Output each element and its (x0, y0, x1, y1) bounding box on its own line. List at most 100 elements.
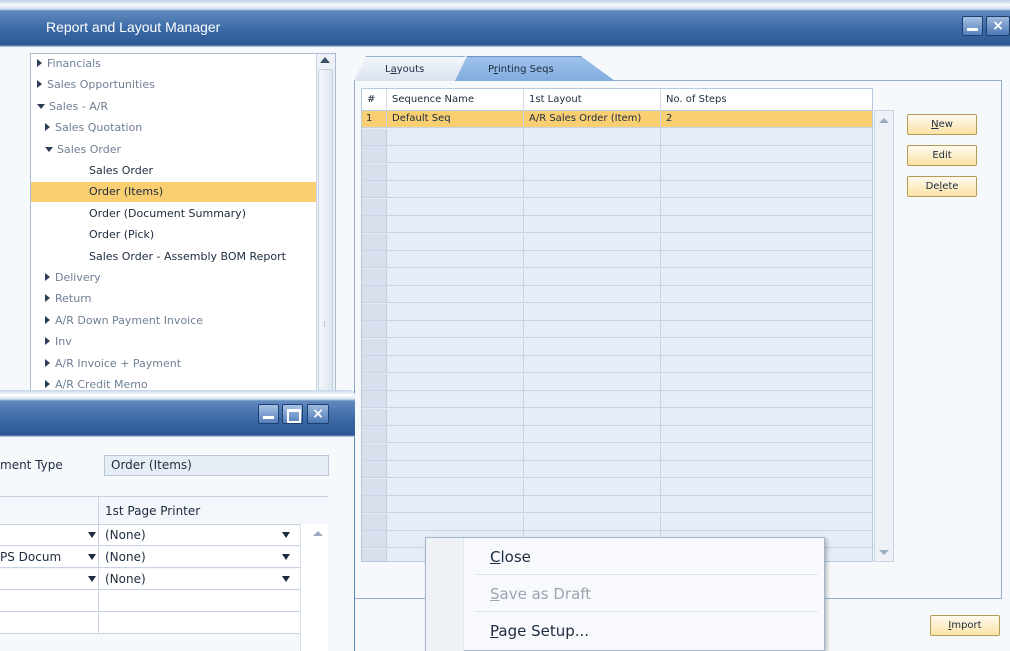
printer-cell[interactable] (98, 613, 298, 633)
table-cell[interactable] (661, 286, 872, 303)
tree-item[interactable]: Order (Document Summary) (31, 204, 317, 224)
row-number[interactable] (362, 146, 387, 162)
table-row[interactable] (362, 338, 872, 356)
table-cell[interactable] (387, 391, 524, 408)
scroll-up-arrow-icon[interactable] (313, 531, 323, 536)
table-row[interactable] (362, 303, 872, 321)
table-cell[interactable] (387, 426, 524, 443)
table-cell[interactable]: A/R Sales Order (Item) (524, 111, 661, 128)
table-row[interactable] (362, 128, 872, 146)
table-cell[interactable] (524, 146, 661, 163)
row-number[interactable] (362, 268, 387, 285)
table-cell[interactable] (661, 304, 872, 321)
table-cell[interactable] (387, 181, 524, 198)
import-button[interactable]: Import (930, 615, 1000, 636)
table-cell[interactable] (524, 181, 661, 198)
table-cell[interactable] (524, 373, 661, 391)
table-cell[interactable]: 2 (661, 111, 872, 128)
table-row[interactable] (0, 613, 328, 634)
collapsed-arrow-icon[interactable] (45, 315, 50, 324)
printer-grid-scrollbar[interactable] (300, 524, 328, 651)
expanded-arrow-icon[interactable] (45, 146, 53, 152)
layout-cell[interactable] (0, 569, 98, 589)
delete-button[interactable]: Delete (907, 176, 977, 197)
table-cell[interactable] (661, 199, 872, 216)
table-cell[interactable] (524, 163, 661, 181)
tree-item[interactable]: A/R Down Payment Invoice (31, 311, 317, 331)
table-cell[interactable] (661, 409, 872, 426)
row-number[interactable] (362, 496, 387, 512)
row-number[interactable] (362, 513, 387, 530)
table-row[interactable] (362, 251, 872, 268)
table-cell[interactable] (524, 443, 661, 461)
printer-cell[interactable]: (None) (98, 547, 298, 567)
grid-scrollbar[interactable] (874, 110, 894, 562)
printer-cell[interactable]: (None) (98, 525, 298, 545)
table-cell[interactable] (387, 461, 524, 478)
table-cell[interactable] (387, 286, 524, 303)
table-cell[interactable] (524, 321, 661, 338)
scroll-down-arrow-icon[interactable] (879, 550, 889, 555)
tree-item[interactable]: Order (Pick) (31, 225, 317, 245)
dropdown-arrow-icon[interactable] (88, 532, 96, 538)
table-row[interactable] (362, 391, 872, 408)
table-row[interactable] (362, 268, 872, 286)
table-row[interactable]: 1 Default Seq A/R Sales Order (Item) 2 (362, 111, 872, 128)
table-cell[interactable] (387, 443, 524, 461)
close-button[interactable]: × (307, 404, 329, 424)
tree-item[interactable]: Order (Items) (31, 182, 317, 203)
table-cell[interactable] (661, 234, 872, 251)
column-header-number[interactable]: # (362, 89, 387, 111)
row-number[interactable]: 1 (362, 111, 387, 127)
table-row[interactable] (362, 373, 872, 391)
table-row[interactable] (362, 461, 872, 478)
table-row[interactable] (362, 321, 872, 338)
row-number[interactable] (362, 233, 387, 250)
tree-item[interactable]: Sales Opportunities (31, 75, 317, 95)
scroll-up-arrow-icon[interactable] (879, 118, 889, 123)
row-number[interactable] (362, 303, 387, 320)
row-number[interactable] (362, 461, 387, 477)
table-cell[interactable]: Default Seq (387, 111, 524, 128)
table-cell[interactable] (524, 356, 661, 373)
table-cell[interactable] (661, 479, 872, 496)
table-cell[interactable] (524, 391, 661, 408)
tree-item[interactable]: Return (31, 289, 317, 309)
row-number[interactable] (362, 531, 387, 547)
table-row[interactable] (362, 198, 872, 216)
table-row[interactable] (362, 181, 872, 198)
table-cell[interactable] (661, 426, 872, 443)
column-header-steps[interactable]: No. of Steps (661, 89, 872, 111)
row-number[interactable] (362, 251, 387, 267)
table-cell[interactable] (524, 496, 661, 513)
row-number[interactable] (362, 198, 387, 215)
menu-item-page-setup[interactable]: Page Setup... (490, 617, 589, 645)
printer-cell[interactable] (98, 591, 298, 611)
table-cell[interactable] (661, 356, 872, 373)
table-cell[interactable] (387, 513, 524, 531)
row-number[interactable] (362, 181, 387, 197)
table-cell[interactable] (387, 478, 524, 496)
table-cell[interactable] (387, 233, 524, 251)
table-cell[interactable] (661, 216, 872, 233)
layout-cell[interactable] (0, 613, 98, 633)
tree-item[interactable]: Sales Order - Assembly BOM Report (31, 247, 317, 267)
table-row[interactable] (362, 478, 872, 496)
tree-scrollbar[interactable]: ⁞ (316, 54, 335, 399)
row-number[interactable] (362, 443, 387, 460)
row-number[interactable] (362, 163, 387, 180)
dropdown-arrow-icon[interactable] (282, 532, 290, 538)
collapsed-arrow-icon[interactable] (45, 337, 50, 346)
table-cell[interactable] (524, 426, 661, 443)
row-number[interactable] (362, 373, 387, 390)
column-header-first-layout[interactable]: 1st Layout (524, 89, 661, 111)
table-cell[interactable] (661, 444, 872, 461)
table-cell[interactable] (387, 303, 524, 321)
table-cell[interactable] (661, 129, 872, 146)
table-cell[interactable] (524, 251, 661, 268)
column-header-sequence-name[interactable]: Sequence Name (387, 89, 524, 111)
tree-item[interactable]: Inv (31, 332, 317, 352)
row-number[interactable] (362, 321, 387, 337)
table-cell[interactable] (661, 391, 872, 408)
collapsed-arrow-icon[interactable] (37, 80, 42, 89)
